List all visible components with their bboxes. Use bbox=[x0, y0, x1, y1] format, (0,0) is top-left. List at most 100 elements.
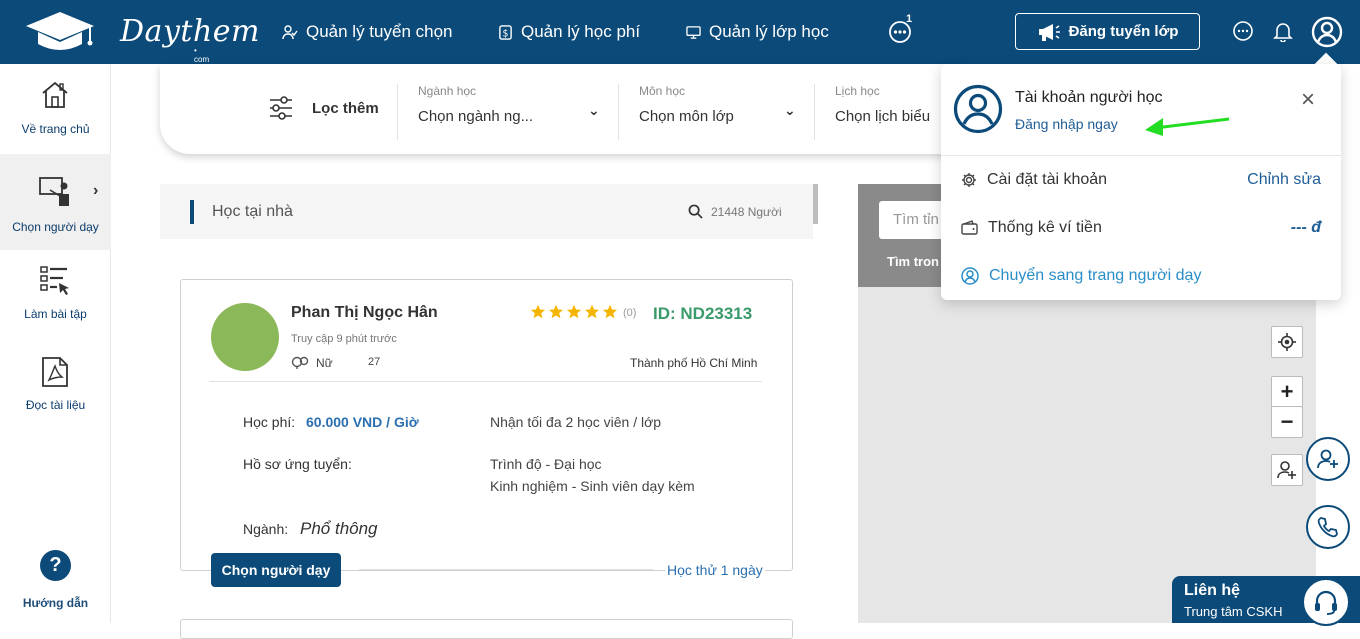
login-link[interactable]: Đăng nhập ngay bbox=[1015, 116, 1118, 132]
user-circle-icon bbox=[1311, 16, 1343, 48]
sidebar-item-exercises-label: Làm bài tập bbox=[24, 307, 87, 321]
nav-tuition[interactable]: $ Quản lý học phí bbox=[498, 0, 640, 64]
map-hint: Tìm tron bbox=[887, 254, 939, 269]
trial-text: Học thử 1 ngày bbox=[665, 562, 765, 578]
major-select-label: Ngành học bbox=[418, 84, 477, 98]
sliders-icon bbox=[270, 96, 292, 120]
star-icon bbox=[566, 304, 582, 319]
add-user-map-button[interactable] bbox=[1271, 454, 1303, 486]
accent-bar bbox=[190, 200, 194, 224]
crosshair-icon bbox=[1278, 333, 1296, 351]
zoom-out-button[interactable]: − bbox=[1271, 406, 1303, 438]
age-value: 27 bbox=[368, 356, 381, 368]
chevron-right-icon: › bbox=[93, 182, 99, 199]
graduation-cap-icon bbox=[26, 12, 94, 50]
filter-bar: Lọc thêm Ngành học Chọn ngành ng... ⌄ Mô… bbox=[160, 64, 960, 154]
subject-select[interactable]: Môn học Chọn môn lớp bbox=[639, 84, 734, 125]
account-title: Tài khoản người học bbox=[1015, 89, 1163, 106]
more-filters-button[interactable]: Lọc thêm bbox=[268, 96, 379, 120]
user-circle-icon bbox=[961, 267, 979, 285]
user-plus-icon bbox=[1277, 461, 1296, 479]
major-select[interactable]: Ngành học Chọn ngành ng... bbox=[418, 84, 533, 125]
major-label: Ngành: bbox=[243, 521, 289, 537]
gender-icon bbox=[291, 356, 309, 369]
nav-recruitment[interactable]: Quản lý tuyển chọn bbox=[282, 0, 452, 64]
card-divider bbox=[209, 381, 762, 382]
notifications-button[interactable] bbox=[1272, 20, 1294, 42]
choose-teacher-button[interactable]: Chọn người dạy bbox=[211, 553, 341, 587]
locate-me-button[interactable] bbox=[1271, 326, 1303, 358]
add-user-floating-button[interactable] bbox=[1306, 437, 1350, 481]
chevron-down-icon[interactable]: ⌄ bbox=[784, 102, 796, 119]
gear-icon bbox=[962, 173, 976, 187]
bell-icon bbox=[1273, 23, 1293, 42]
account-button[interactable] bbox=[1311, 16, 1343, 48]
post-class-label: Đăng tuyển lớp bbox=[1068, 23, 1179, 40]
wallet-stats-row[interactable]: Thống kê ví tiền --- đ bbox=[941, 204, 1341, 252]
teacher-card[interactable] bbox=[180, 619, 793, 639]
chat-bubble-icon bbox=[1233, 21, 1253, 41]
rating-count: (0) bbox=[623, 307, 637, 319]
gender-value: Nữ bbox=[316, 356, 333, 370]
filter-divider bbox=[618, 84, 619, 140]
card-divider bbox=[359, 569, 653, 570]
last-seen: Truy cập 9 phút trước bbox=[291, 333, 397, 345]
home-icon bbox=[42, 81, 68, 108]
chat-button[interactable] bbox=[1232, 20, 1254, 42]
dollar-receipt-icon: $ bbox=[499, 24, 512, 40]
phone-icon bbox=[1317, 517, 1338, 538]
chevron-down-icon[interactable]: ⌄ bbox=[588, 102, 600, 119]
fee-value: 60.000 VND / Giờ bbox=[306, 414, 419, 430]
daythem-logo[interactable]: Daythem • com bbox=[24, 10, 259, 64]
results-title: Học tại nhà bbox=[212, 203, 293, 220]
account-settings-row[interactable]: Cài đặt tài khoản Chỉnh sửa bbox=[941, 156, 1341, 204]
teacher-id: ID: ND23313 bbox=[653, 304, 753, 323]
support-subtitle: Trung tâm CSKH bbox=[1184, 604, 1283, 619]
user-circle-icon bbox=[953, 84, 1003, 134]
filter-divider bbox=[814, 84, 815, 140]
results-count: 21448 Người bbox=[711, 205, 782, 219]
nav-classes-label: Quản lý lớp học bbox=[709, 22, 829, 41]
nav-classes[interactable]: Quản lý lớp học bbox=[686, 0, 829, 64]
edit-link[interactable]: Chỉnh sửa bbox=[1247, 171, 1321, 189]
zoom-in-button[interactable]: + bbox=[1271, 376, 1303, 408]
wallet-stats-label: Thống kê ví tiền bbox=[988, 219, 1102, 236]
close-icon[interactable]: × bbox=[1301, 86, 1315, 114]
star-icon bbox=[530, 304, 546, 319]
logo-sub: • com bbox=[194, 46, 210, 64]
experience-text: Kinh nghiệm - Sinh viên dạy kèm bbox=[490, 478, 695, 494]
logo-text: Daythem bbox=[120, 14, 260, 49]
switch-to-teacher-label: Chuyển sang trang người dạy bbox=[989, 267, 1202, 284]
schedule-select[interactable]: Lịch học Chọn lịch biểu bbox=[835, 84, 930, 125]
sidebar-item-exercises[interactable]: Làm bài tập bbox=[0, 250, 111, 340]
results-header: Học tại nhà 21448 Người bbox=[160, 184, 813, 239]
sidebar-item-choose-teacher-label: Chọn người dạy bbox=[12, 220, 99, 234]
capacity-text: Nhận tối đa 2 học viên / lớp bbox=[490, 414, 662, 430]
avatar bbox=[211, 303, 279, 371]
search-icon[interactable] bbox=[688, 204, 703, 219]
fee-label: Học phí: bbox=[243, 414, 296, 430]
top-header: Daythem • com Quản lý tuyển chọn $ Quản … bbox=[0, 0, 1360, 64]
call-floating-button[interactable] bbox=[1306, 505, 1350, 549]
sidebar-item-documents[interactable]: Đọc tài liệu bbox=[0, 340, 111, 430]
left-sidebar: Về trang chủ › Chọn người dạy Làm bài tậ… bbox=[0, 64, 111, 623]
help-button[interactable]: ? Hướng dẫn bbox=[0, 546, 111, 616]
arrow-annotation bbox=[1145, 117, 1230, 136]
schedule-select-label: Lịch học bbox=[835, 84, 880, 98]
sidebar-item-home[interactable]: Về trang chủ bbox=[0, 64, 111, 154]
sidebar-item-choose-teacher[interactable]: › Chọn người dạy bbox=[0, 154, 111, 250]
monitor-icon bbox=[686, 25, 701, 39]
rating-stars bbox=[530, 304, 618, 319]
teacher-card[interactable]: Phan Thị Ngọc Hân Truy cập 9 phút trước … bbox=[180, 279, 793, 578]
results-scrollbar[interactable] bbox=[813, 184, 818, 224]
nav-tuition-label: Quản lý học phí bbox=[521, 22, 641, 41]
teacher-board-icon bbox=[39, 177, 69, 206]
star-icon bbox=[548, 304, 564, 319]
wallet-balance: --- đ bbox=[1290, 219, 1321, 236]
nav-recruitment-label: Quản lý tuyển chọn bbox=[306, 22, 453, 41]
post-class-button[interactable]: Đăng tuyển lớp bbox=[1015, 13, 1200, 50]
customer-support-widget[interactable]: Liên hệ Trung tâm CSKH bbox=[1172, 576, 1360, 626]
user-plus-icon bbox=[1317, 449, 1338, 469]
switch-to-teacher-row[interactable]: Chuyển sang trang người dạy bbox=[941, 252, 1341, 300]
more-filters-label: Lọc thêm bbox=[312, 99, 379, 117]
